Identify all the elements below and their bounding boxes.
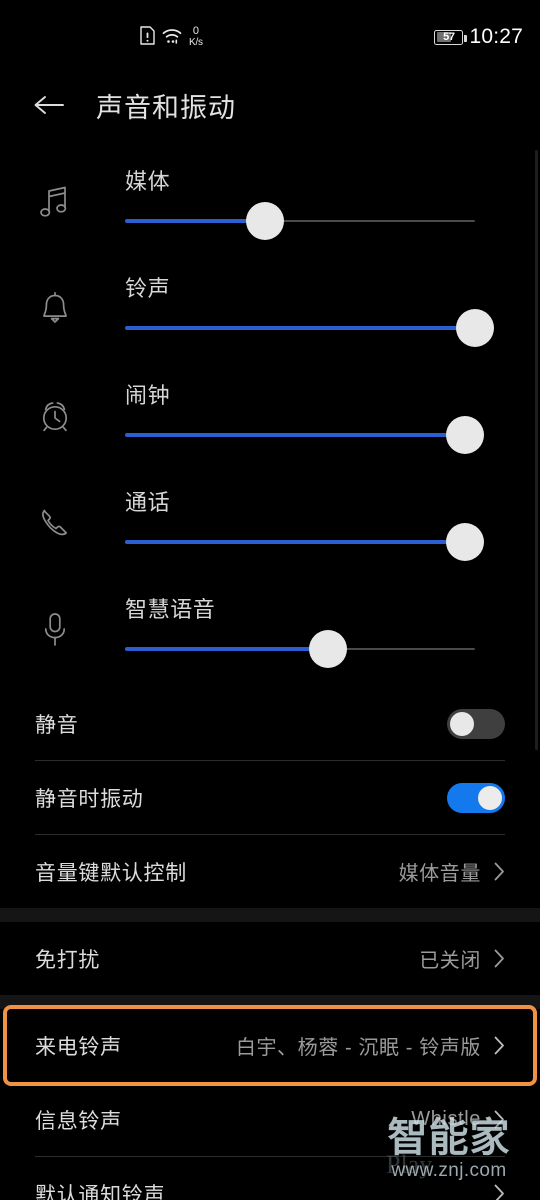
- row-default-notification-ringtone[interactable]: 默认通知铃声: [0, 1157, 540, 1200]
- slider-fill: [125, 540, 465, 544]
- bell-icon: [35, 287, 75, 331]
- slider-row-alarm[interactable]: 闹钟: [0, 364, 540, 471]
- slider-thumb-ringtone[interactable]: [456, 309, 494, 347]
- row-right-volume-key-default: 媒体音量: [399, 857, 505, 886]
- row-value-message-ringtone: Whistle: [411, 1108, 481, 1130]
- network-speed-indicator: 0 K/s: [189, 25, 203, 49]
- slider-thumb-alarm[interactable]: [445, 416, 484, 454]
- alarm-clock-icon: [35, 394, 75, 438]
- battery-percent-label: 57: [443, 31, 455, 43]
- slider-row-smart-voice[interactable]: 智慧语音: [0, 578, 540, 685]
- slider-fill: [125, 326, 475, 330]
- vertical-scrollbar[interactable]: [535, 150, 538, 750]
- chevron-right-icon: [494, 1036, 505, 1055]
- slider-label-call: 通话: [125, 490, 171, 515]
- row-right-mute: [447, 708, 505, 739]
- slider-row-media[interactable]: 媒体: [0, 150, 540, 257]
- row-label-incoming-call-ringtone: 来电铃声: [35, 1035, 122, 1059]
- network-speed-unit: K/s: [189, 37, 203, 48]
- microphone-icon: [35, 608, 75, 652]
- settings-list: 静音 静音时振动 音量键默认控制 媒体音量 免打扰 已关闭 来电铃声 白宇、杨蓉…: [0, 687, 540, 1200]
- settings-group-mute: 静音 静音时振动 音量键默认控制 媒体音量: [0, 687, 540, 908]
- phone-icon: [35, 501, 75, 545]
- row-right-vibrate: [447, 782, 505, 813]
- music-note-icon: [35, 180, 75, 224]
- slider-track-ringtone[interactable]: [125, 309, 494, 347]
- row-value-incoming-call-ringtone: 白宇、杨蓉 - 沉眠 - 铃声版: [235, 1037, 481, 1059]
- row-right-default-notification-ringtone: [481, 1184, 505, 1200]
- toggle-mute[interactable]: [447, 708, 505, 739]
- slider-label-smart-voice: 智慧语音: [125, 597, 216, 622]
- section-divider-gap: [0, 995, 540, 1009]
- chevron-right-icon: [494, 1184, 505, 1200]
- row-right-incoming-call-ringtone: 白宇、杨蓉 - 沉眠 - 铃声版: [236, 1031, 505, 1060]
- slider-fill: [125, 433, 465, 437]
- row-value-volume-key-default: 媒体音量: [398, 863, 481, 885]
- chevron-right-icon: [494, 949, 505, 968]
- row-incoming-call-ringtone[interactable]: 来电铃声 白宇、杨蓉 - 沉眠 - 铃声版: [0, 1009, 540, 1082]
- settings-group-dnd: 免打扰 已关闭: [0, 922, 540, 995]
- row-message-ringtone[interactable]: 信息铃声 Whistle: [0, 1083, 540, 1156]
- chevron-right-icon: [494, 862, 505, 881]
- status-bar-right-icons: 57 10:27: [434, 25, 523, 49]
- slider-track-alarm[interactable]: [125, 416, 484, 454]
- slider-label-media: 媒体: [125, 169, 171, 194]
- row-right-do-not-disturb: 已关闭: [419, 944, 505, 973]
- row-vibrate-when-muted[interactable]: 静音时振动: [0, 761, 540, 834]
- network-speed-value: 0: [192, 25, 199, 37]
- toggle-vibrate-when-muted[interactable]: [447, 782, 505, 813]
- phone-screen: 0 K/s 57 10:27 声音和振动 媒体 铃声 闹钟 通话 智慧语音 静音…: [0, 0, 540, 1200]
- slider-thumb-call[interactable]: [445, 523, 484, 561]
- chevron-right-icon: [494, 1110, 505, 1129]
- slider-label-alarm: 闹钟: [125, 383, 171, 408]
- slider-thumb-media[interactable]: [246, 202, 284, 240]
- row-label-do-not-disturb: 免打扰: [35, 948, 101, 972]
- page-title: 声音和振动: [96, 92, 236, 123]
- row-label-default-notification-ringtone: 默认通知铃声: [35, 1183, 166, 1200]
- volume-sliders-section: 媒体 铃声 闹钟 通话 智慧语音: [0, 150, 540, 685]
- slider-fill: [125, 647, 328, 651]
- settings-group-ringtones: 来电铃声 白宇、杨蓉 - 沉眠 - 铃声版 信息铃声 Whistle 默认通知铃…: [0, 1009, 540, 1200]
- back-arrow-icon[interactable]: [32, 88, 66, 122]
- status-bar-clock: 10:27: [469, 25, 523, 48]
- slider-track-media[interactable]: [125, 202, 475, 240]
- status-bar: 0 K/s 57 10:27: [0, 0, 540, 68]
- slider-track-smart-voice[interactable]: [125, 630, 475, 668]
- row-label-mute: 静音: [35, 713, 79, 737]
- slider-fill: [125, 219, 265, 223]
- row-right-message-ringtone: Whistle: [411, 1108, 505, 1131]
- slider-track-call[interactable]: [125, 523, 484, 561]
- row-label-message-ringtone: 信息铃声: [35, 1109, 122, 1133]
- row-value-do-not-disturb: 已关闭: [419, 950, 481, 972]
- sim-alert-icon: [140, 26, 155, 45]
- wifi-icon: [162, 28, 182, 45]
- status-bar-left-icons: 0 K/s: [140, 25, 203, 49]
- app-bar: 声音和振动: [0, 72, 540, 138]
- toggle-knob: [478, 785, 502, 810]
- row-label-vibrate-when-muted: 静音时振动: [35, 787, 144, 811]
- row-mute[interactable]: 静音: [0, 687, 540, 760]
- row-label-volume-key-default: 音量键默认控制: [35, 861, 187, 885]
- row-volume-key-default[interactable]: 音量键默认控制 媒体音量: [0, 835, 540, 908]
- slider-label-ringtone: 铃声: [125, 276, 171, 301]
- battery-icon: 57: [434, 29, 467, 45]
- section-divider-gap: [0, 908, 540, 922]
- row-do-not-disturb[interactable]: 免打扰 已关闭: [0, 922, 540, 995]
- slider-row-ringtone[interactable]: 铃声: [0, 257, 540, 364]
- toggle-knob: [450, 711, 474, 736]
- slider-thumb-smart-voice[interactable]: [309, 630, 347, 668]
- slider-row-call[interactable]: 通话: [0, 471, 540, 578]
